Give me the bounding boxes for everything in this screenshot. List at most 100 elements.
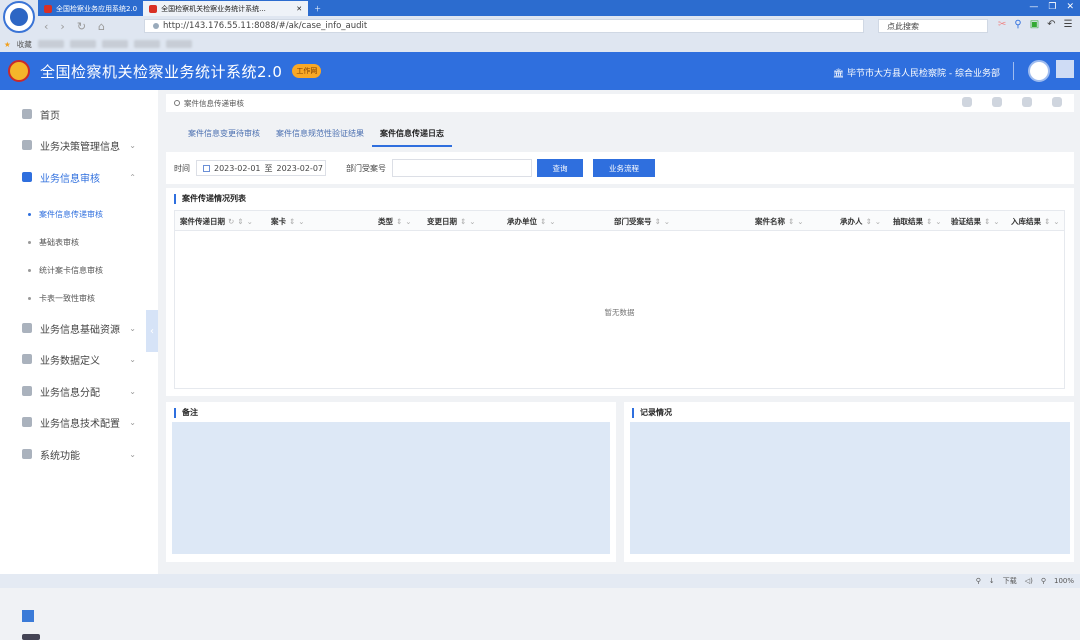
- extension-icon[interactable]: ▣: [1030, 19, 1039, 30]
- unit-label[interactable]: 🏛 毕节市大方县人民检察院 - 综合业务部: [833, 66, 1000, 79]
- filter-icon[interactable]: ⌄: [935, 217, 941, 226]
- col-case-card[interactable]: 案卡 ⇕ ⌄: [271, 216, 305, 227]
- sidebar-sub-consistency[interactable]: 卡表一致性审核: [28, 293, 95, 304]
- sort-icon[interactable]: ⇕: [396, 217, 402, 226]
- col-transfer-date[interactable]: 案件传递日期 ↻ ⇕ ⌄: [180, 216, 253, 227]
- record-icon[interactable]: [962, 97, 972, 107]
- sidebar-item-audit[interactable]: 业务信息审核 ⌃: [0, 167, 158, 187]
- filter-icon[interactable]: ⌄: [405, 217, 411, 226]
- network-badge: 工作网: [292, 64, 322, 78]
- filter-icon[interactable]: ⌄: [875, 217, 881, 226]
- dept-case-input[interactable]: [392, 159, 532, 177]
- col-case-name[interactable]: 案件名称 ⇕ ⌄: [755, 216, 804, 227]
- filter-icon[interactable]: ⌄: [298, 217, 304, 226]
- browser-search-input[interactable]: 点此搜索: [878, 19, 988, 33]
- col-extract-result[interactable]: 抽取结果 ⇕ ⌄: [893, 216, 942, 227]
- notes-textarea[interactable]: [172, 422, 610, 554]
- favorites-label[interactable]: 收藏: [17, 39, 32, 50]
- close-window-icon[interactable]: ✕: [1066, 2, 1074, 12]
- minimize-icon[interactable]: —: [1029, 2, 1038, 12]
- vendor-logo: [22, 634, 40, 640]
- flow-button[interactable]: 业务流程: [593, 159, 655, 177]
- sidebar-item-decision[interactable]: 业务决策管理信息 ⌄: [0, 135, 158, 155]
- sidebar-item-data-def[interactable]: 业务数据定义 ⌄: [0, 349, 158, 369]
- blurred-bookmark[interactable]: [69, 40, 96, 48]
- header-icons: [962, 97, 1062, 107]
- sort-icon[interactable]: ⇕: [984, 217, 990, 226]
- sidebar-collapse-button[interactable]: ‹: [146, 310, 158, 352]
- new-tab-button[interactable]: ＋: [308, 1, 327, 16]
- gear-icon[interactable]: [992, 97, 1002, 107]
- home-icon[interactable]: ⌂: [98, 20, 105, 33]
- refresh-icon[interactable]: ↻: [228, 217, 234, 226]
- sort-icon[interactable]: ⇕: [655, 217, 661, 226]
- browser-tab[interactable]: 全国检察业务应用系统2.0: [38, 1, 143, 16]
- menu-icon[interactable]: ☰: [1064, 19, 1073, 30]
- sidebar-item-tech-config[interactable]: 业务信息技术配置 ⌄: [0, 412, 158, 432]
- blurred-bookmark[interactable]: [37, 40, 64, 48]
- avatar[interactable]: [1028, 60, 1050, 82]
- forward-icon[interactable]: ›: [60, 20, 64, 33]
- filter-icon[interactable]: ⌄: [993, 217, 999, 226]
- sidebar-sub-stat-card[interactable]: 统计案卡信息审核: [28, 265, 103, 276]
- sidebar-item-distribution[interactable]: 业务信息分配 ⌄: [0, 381, 158, 401]
- sort-icon[interactable]: ⇕: [540, 217, 546, 226]
- sort-icon[interactable]: ⇕: [289, 217, 295, 226]
- sort-icon[interactable]: ⇕: [788, 217, 794, 226]
- download-icon[interactable]: ↓: [989, 577, 995, 585]
- filter-icon[interactable]: ⌄: [247, 217, 253, 226]
- query-button[interactable]: 查询: [537, 159, 583, 177]
- col-change-date[interactable]: 变更日期 ⇕ ⌄: [427, 216, 476, 227]
- notes-panel: 备注: [166, 402, 616, 562]
- filter-icon[interactable]: ⌄: [469, 217, 475, 226]
- sidebar-sub-base-table[interactable]: 基础表审核: [28, 237, 79, 248]
- download-label[interactable]: 下载: [1003, 576, 1017, 586]
- date-range-picker[interactable]: 2023-02-01 至 2023-02-07: [196, 160, 326, 176]
- browser-tab-active[interactable]: 全国检察机关检察业务统计系统... ✕: [143, 1, 309, 16]
- speaker-icon[interactable]: ◁): [1025, 577, 1033, 585]
- bell-icon[interactable]: [1052, 97, 1062, 107]
- sort-icon[interactable]: ⇕: [866, 217, 872, 226]
- sidebar-item-system[interactable]: 系统功能 ⌄: [0, 444, 158, 464]
- col-dept-case-no[interactable]: 部门受案号 ⇕ ⌄: [614, 216, 670, 227]
- profile-card-icon[interactable]: [1056, 60, 1074, 78]
- url-input[interactable]: http://143.176.55.11:8088/#/ak/case_info…: [144, 19, 864, 33]
- sidebar-item-home[interactable]: 首页: [0, 104, 158, 124]
- tab-pending-change[interactable]: 案件信息变更待审核: [180, 128, 268, 147]
- sort-icon[interactable]: ⇕: [1044, 217, 1050, 226]
- col-verify-result[interactable]: 验证结果 ⇕ ⌄: [951, 216, 1000, 227]
- restore-icon[interactable]: ❐: [1048, 2, 1056, 12]
- tab-validation-result[interactable]: 案件信息规范性验证结果: [268, 128, 372, 147]
- record-textarea[interactable]: [630, 422, 1070, 554]
- search-icon[interactable]: ⚲: [1014, 19, 1021, 30]
- close-icon[interactable]: ✕: [296, 5, 302, 13]
- app-grid-icon[interactable]: [22, 610, 34, 622]
- filter-icon[interactable]: ⌄: [549, 217, 555, 226]
- sidebar-sub-case-transfer[interactable]: 案件信息传递审核: [28, 209, 103, 220]
- col-type[interactable]: 类型 ⇕ ⌄: [378, 216, 412, 227]
- col-store-result[interactable]: 入库结果 ⇕ ⌄: [1011, 216, 1060, 227]
- sidebar-item-resources[interactable]: 业务信息基础资源 ⌄: [0, 318, 158, 338]
- tab-transfer-log[interactable]: 案件信息传递日志: [372, 128, 452, 147]
- scissors-icon[interactable]: ✂: [998, 19, 1006, 30]
- pin-icon[interactable]: ⚲: [976, 577, 981, 585]
- blurred-bookmark[interactable]: [165, 40, 192, 48]
- filter-icon[interactable]: ⌄: [664, 217, 670, 226]
- blurred-bookmark[interactable]: [133, 40, 160, 48]
- zoom-level[interactable]: 100%: [1054, 577, 1074, 585]
- col-handling-unit[interactable]: 承办单位 ⇕ ⌄: [507, 216, 556, 227]
- sort-icon[interactable]: ⇕: [460, 217, 466, 226]
- zoom-icon: ⚲: [1040, 577, 1046, 585]
- back-icon[interactable]: ‹: [44, 20, 48, 33]
- browser-logo-icon[interactable]: [3, 1, 35, 33]
- filter-icon[interactable]: ⌄: [797, 217, 803, 226]
- sort-icon[interactable]: ⇕: [237, 217, 243, 226]
- undo-icon[interactable]: ↶: [1047, 19, 1055, 30]
- filter-icon[interactable]: ⌄: [1053, 217, 1059, 226]
- sort-icon[interactable]: ⇕: [926, 217, 932, 226]
- breadcrumb-text[interactable]: 案件信息传递审核: [184, 98, 244, 109]
- col-handler[interactable]: 承办人 ⇕ ⌄: [840, 216, 881, 227]
- blurred-bookmark[interactable]: [101, 40, 128, 48]
- screen-icon[interactable]: [1022, 97, 1032, 107]
- refresh-icon[interactable]: ↻: [77, 20, 86, 33]
